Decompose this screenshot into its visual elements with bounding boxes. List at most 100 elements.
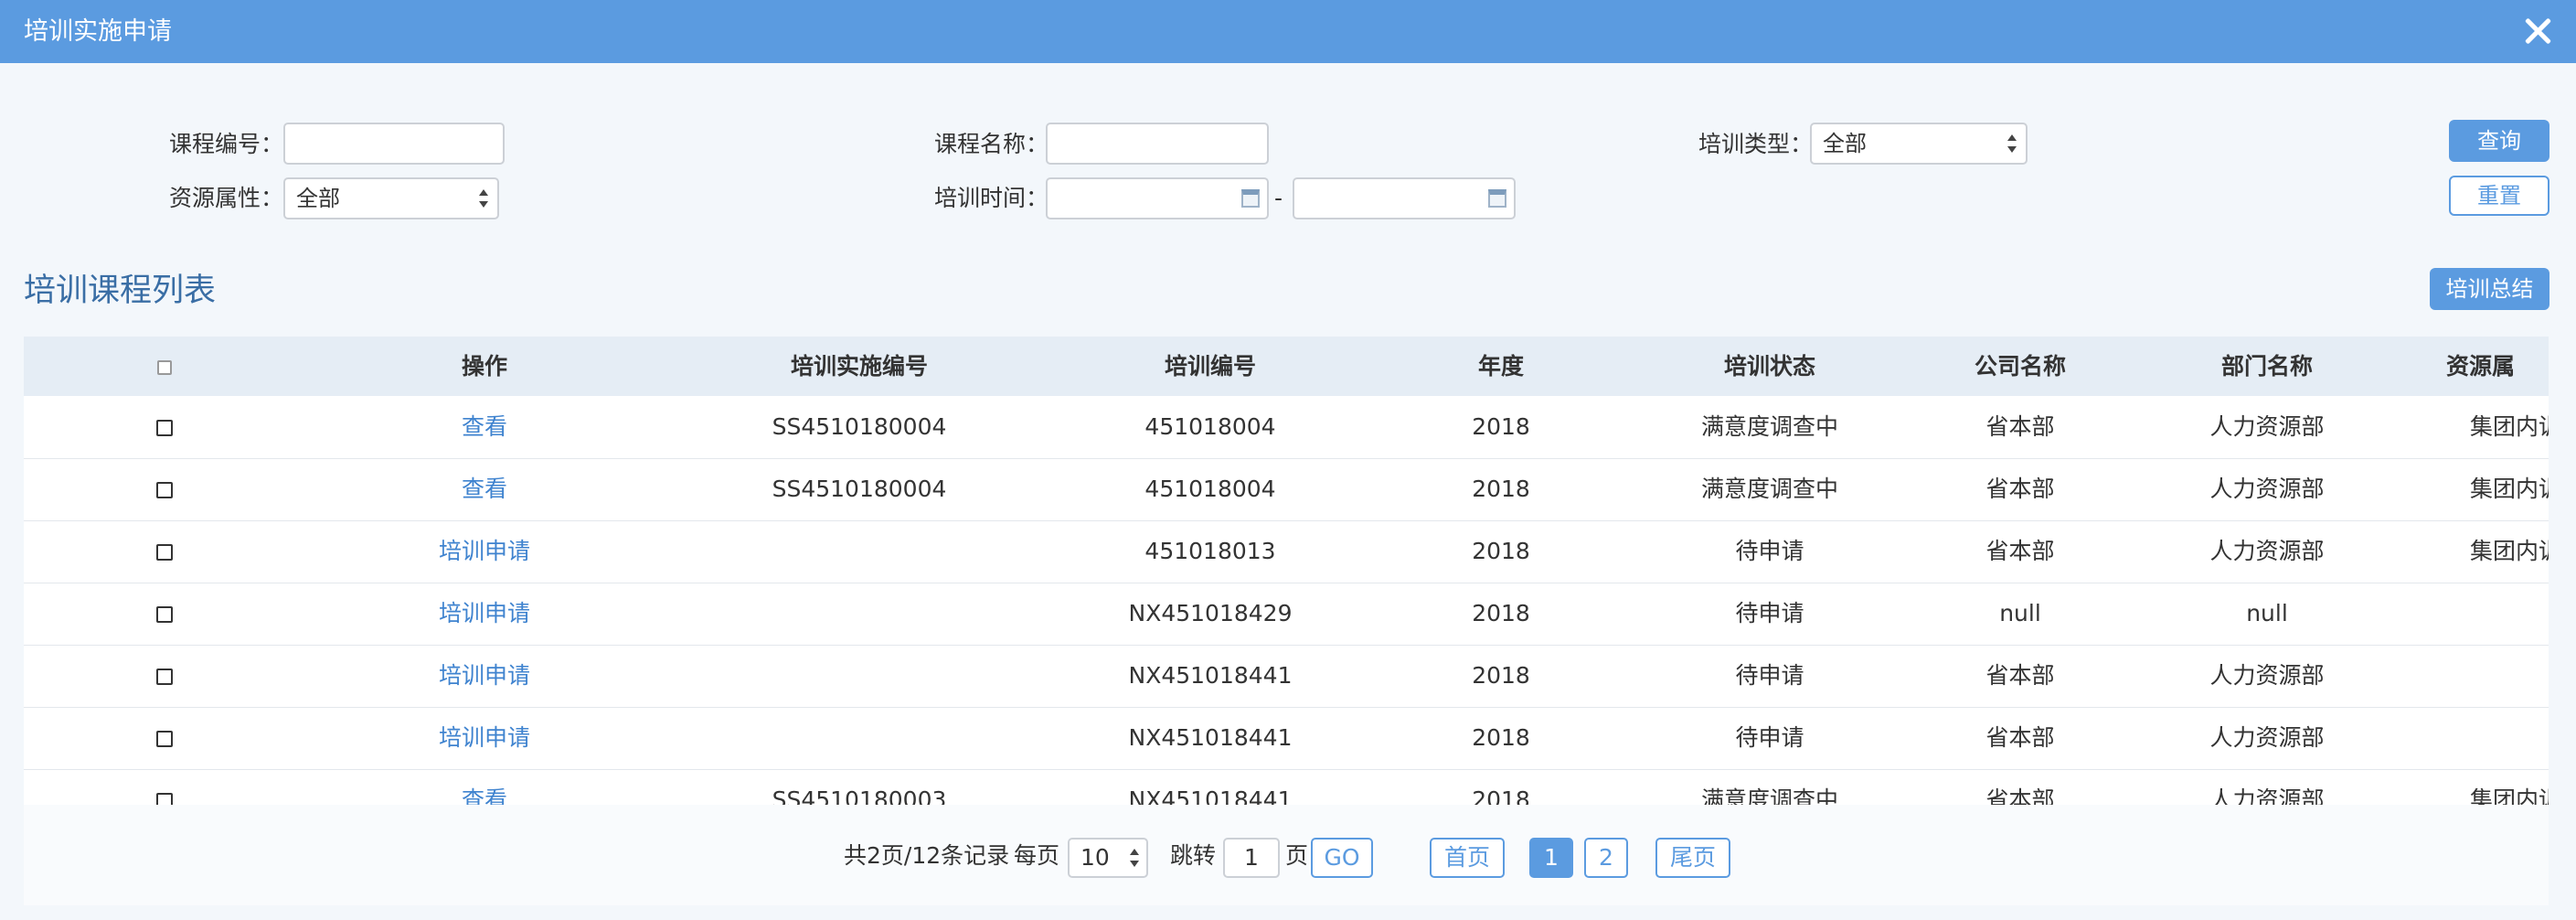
window-titlebar: 培训实施申请 xyxy=(0,0,2576,63)
table-row: 培训申请 451018013 2018 待申请 省本部 人力资源部 集团内训 xyxy=(24,520,2549,583)
header-impl-no: 培训实施编号 xyxy=(790,353,928,380)
select-all-cell[interactable] xyxy=(128,337,201,396)
row-checkbox[interactable] xyxy=(156,731,173,747)
row-checkbox-cell[interactable] xyxy=(128,396,201,458)
pagination-bar: 共2页/12条记录 每页 10 跳转 1 页 GO 首页 1 2 尾页 xyxy=(24,805,2549,905)
start-date-input[interactable] xyxy=(1046,177,1269,219)
row-action-link[interactable]: 培训申请 xyxy=(357,645,612,707)
row-checkbox[interactable] xyxy=(156,482,173,498)
train-type-label: 培训类型： xyxy=(1698,131,1814,157)
header-train-no: 培训编号 xyxy=(1164,353,1256,380)
row-status: 待申请 xyxy=(1735,600,1804,626)
train-type-value: 全部 xyxy=(1823,131,1867,156)
row-action-link[interactable]: 查看 xyxy=(357,458,612,520)
row-year: 2018 xyxy=(1472,538,1530,564)
resource-attr-value: 全部 xyxy=(296,186,340,211)
row-dept: null xyxy=(2246,600,2288,626)
row-status: 满意度调查中 xyxy=(1700,476,1838,502)
row-checkbox[interactable] xyxy=(156,669,173,685)
calendar-icon[interactable] xyxy=(1241,189,1260,208)
row-impl-no: SS4510180004 xyxy=(772,476,947,502)
row-company: null xyxy=(1999,600,2041,626)
row-company: 省本部 xyxy=(1985,476,2055,502)
row-action-link[interactable]: 培训申请 xyxy=(357,520,612,583)
course-name-label: 课程名称： xyxy=(934,131,1049,157)
row-train-no: NX451018429 xyxy=(1128,600,1293,626)
page-button-1[interactable]: 1 xyxy=(1529,838,1573,878)
row-status: 待申请 xyxy=(1735,538,1804,564)
select-all-checkbox[interactable] xyxy=(157,360,172,375)
row-dept: 人力资源部 xyxy=(2209,476,2325,502)
page-button-2[interactable]: 2 xyxy=(1584,838,1628,878)
table-row: 培训申请 NX451018441 2018 待申请 省本部 人力资源部 xyxy=(24,645,2549,708)
header-status: 培训状态 xyxy=(1723,353,1815,380)
page-unit-label: 页 xyxy=(1285,842,1309,869)
row-company: 省本部 xyxy=(1985,724,2055,751)
row-checkbox-cell[interactable] xyxy=(128,645,201,707)
row-status: 待申请 xyxy=(1735,662,1804,689)
go-button[interactable]: GO xyxy=(1311,838,1373,878)
course-no-label: 课程编号： xyxy=(169,131,284,157)
row-resource: 集团内训 xyxy=(2470,538,2549,564)
row-train-no: NX451018441 xyxy=(1128,724,1293,751)
row-action-link[interactable]: 查看 xyxy=(357,396,612,458)
row-company: 省本部 xyxy=(1985,413,2055,440)
row-status: 待申请 xyxy=(1735,724,1804,751)
row-year: 2018 xyxy=(1472,786,1530,805)
per-page-value: 10 xyxy=(1080,844,1110,871)
table-row: 查看 SS4510180004 451018004 2018 满意度调查中 省本… xyxy=(24,396,2549,459)
train-time-label: 培训时间： xyxy=(934,185,1049,211)
course-no-input[interactable] xyxy=(283,123,505,165)
row-status: 满意度调查中 xyxy=(1700,786,1838,805)
table-header: 操作 培训实施编号 培训编号 年度 培训状态 公司名称 部门名称 资源属 xyxy=(24,337,2549,396)
row-action-link[interactable]: 培训申请 xyxy=(357,583,612,645)
row-action-link[interactable]: 培训申请 xyxy=(357,707,612,769)
course-name-input[interactable] xyxy=(1046,123,1269,165)
row-checkbox-cell[interactable] xyxy=(128,583,201,645)
row-dept: 人力资源部 xyxy=(2209,786,2325,805)
row-dept: 人力资源部 xyxy=(2209,662,2325,689)
row-checkbox[interactable] xyxy=(156,544,173,561)
resource-attr-select[interactable]: 全部 xyxy=(283,177,499,219)
query-button[interactable]: 查询 xyxy=(2449,120,2549,162)
header-year: 年度 xyxy=(1477,353,1524,380)
select-arrows-icon xyxy=(2007,130,2017,157)
row-status: 满意度调查中 xyxy=(1700,413,1838,440)
row-action-link[interactable]: 查看 xyxy=(357,769,612,805)
select-arrows-icon xyxy=(479,185,488,212)
row-resource: 集团内训 xyxy=(2470,786,2549,805)
row-impl-no: SS4510180003 xyxy=(772,786,947,805)
row-checkbox[interactable] xyxy=(156,606,173,623)
jump-page-input[interactable]: 1 xyxy=(1223,838,1280,878)
table-row: 培训申请 NX451018429 2018 待申请 null null xyxy=(24,583,2549,646)
close-icon[interactable] xyxy=(2519,13,2556,49)
train-type-select[interactable]: 全部 xyxy=(1810,123,2028,165)
row-checkbox-cell[interactable] xyxy=(128,707,201,769)
training-summary-button[interactable]: 培训总结 xyxy=(2430,268,2549,310)
header-resource: 资源属 xyxy=(2446,353,2516,380)
row-year: 2018 xyxy=(1472,476,1530,502)
row-checkbox-cell[interactable] xyxy=(128,520,201,583)
end-date-input[interactable] xyxy=(1293,177,1516,219)
calendar-icon[interactable] xyxy=(1488,189,1506,208)
header-dept: 部门名称 xyxy=(2220,353,2313,380)
row-resource: 集团内训 xyxy=(2470,476,2549,502)
last-page-button[interactable]: 尾页 xyxy=(1655,838,1730,878)
row-checkbox-cell[interactable] xyxy=(128,458,201,520)
row-company: 省本部 xyxy=(1985,786,2055,805)
row-train-no: 451018004 xyxy=(1144,413,1276,440)
window-title: 培训实施申请 xyxy=(24,17,172,46)
row-impl-no: SS4510180004 xyxy=(772,413,947,440)
table-row: 查看 SS4510180004 451018004 2018 满意度调查中 省本… xyxy=(24,458,2549,521)
row-checkbox-cell[interactable] xyxy=(128,769,201,805)
per-page-select[interactable]: 10 xyxy=(1068,838,1148,878)
first-page-button[interactable]: 首页 xyxy=(1430,838,1505,878)
row-checkbox[interactable] xyxy=(156,420,173,436)
pagination-summary: 共2页/12条记录 xyxy=(844,842,1010,869)
row-dept: 人力资源部 xyxy=(2209,538,2325,564)
reset-button[interactable]: 重置 xyxy=(2449,176,2549,216)
table-row: 查看 SS4510180003 NX451018441 2018 满意度调查中 … xyxy=(24,769,2549,805)
row-checkbox[interactable] xyxy=(156,793,173,805)
course-table: 操作 培训实施编号 培训编号 年度 培训状态 公司名称 部门名称 资源属 查看 … xyxy=(24,337,2549,805)
row-train-no: 451018004 xyxy=(1144,476,1276,502)
